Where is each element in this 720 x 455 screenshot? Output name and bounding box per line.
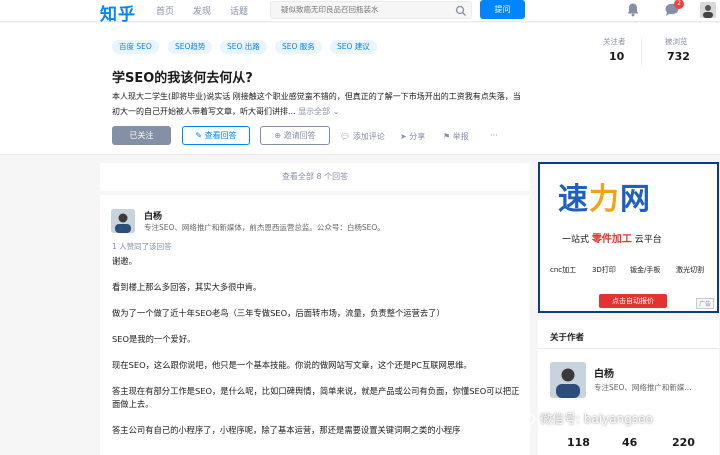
pen-icon: ✎ bbox=[195, 131, 203, 140]
views-label: 被浏览 bbox=[665, 37, 688, 46]
flag-icon: ⚑ bbox=[443, 132, 451, 141]
add-comment-label: 添加评论 bbox=[352, 132, 385, 141]
question-stats: 关注者 10 被浏览 732 bbox=[585, 36, 705, 68]
question-header: 百度 SEO SEO趋势 SEO 出路 SEO 服务 SEO 建议 学SEO的我… bbox=[0, 23, 720, 155]
author-avatar[interactable] bbox=[111, 209, 135, 233]
ad-category: 激光切割 bbox=[676, 266, 704, 274]
nav-item-topics[interactable]: 话题 bbox=[230, 4, 248, 17]
answer-card: 白杨 专注SEO、网络推广和新媒体，前杰恩西运营总监。公众号：白杨SEO。 1 … bbox=[100, 195, 530, 455]
advertisement-banner[interactable]: 速力网 一站式 零件加工 云平台 cnc加工 3D打印 钣金/手板 激光切割 点… bbox=[538, 162, 719, 313]
answer-paragraph: 做为了一个做了近十年SEO老鸟（三年专做SEO，后面转市场，流量，负责整个运营去… bbox=[112, 308, 445, 318]
author-bio: 专注SEO、网络推广和新媒体，前杰恩西运营总监。公众号：白杨SEO。 bbox=[144, 223, 385, 232]
ad-category: 3D打印 bbox=[592, 266, 616, 274]
share-label: 分享 bbox=[409, 132, 426, 141]
answer-paragraph: SEO是我的一个爱好。 bbox=[112, 334, 196, 344]
ad-logo-char: 力 bbox=[589, 182, 620, 217]
ad-logo-char: 速 bbox=[558, 182, 589, 217]
add-comment-button[interactable]: 💬︎ 添加评论 bbox=[340, 131, 385, 142]
question-description: 本人现大二学生(即将毕业)说实话 刚接触这个职业感觉蛮不错的，但真正的了解一下市… bbox=[112, 89, 524, 119]
wechat-icon bbox=[514, 408, 536, 425]
nav-item-discover[interactable]: 发现 bbox=[193, 4, 211, 17]
message-count-badge: 2 bbox=[674, 0, 684, 9]
ad-category: 钣金/手板 bbox=[630, 266, 661, 274]
author-stat-articles[interactable]: 46 bbox=[622, 436, 637, 449]
about-author-name[interactable]: 白杨 bbox=[594, 365, 614, 380]
invite-answer-label: 邀请回答 bbox=[283, 131, 316, 140]
follow-question-button[interactable]: 已关注 bbox=[112, 126, 171, 145]
report-label: 举报 bbox=[452, 132, 469, 141]
answer-paragraph: 看到楼上那么多回答，其实大多很中肯。 bbox=[112, 282, 262, 292]
topic-tag[interactable]: SEO趋势 bbox=[168, 40, 213, 54]
views-count: 732 bbox=[667, 50, 690, 63]
top-navbar: 知乎 首页 发现 话题 提问 2 bbox=[0, 0, 720, 25]
followers-label: 关注者 bbox=[603, 37, 626, 46]
answer-paragraph: 谢邀。 bbox=[112, 256, 137, 266]
view-answer-label: 查看回答 bbox=[204, 131, 237, 140]
topic-tag[interactable]: 百度 SEO bbox=[112, 40, 159, 54]
divider bbox=[538, 348, 719, 349]
comment-icon: 💬︎ bbox=[340, 132, 351, 141]
answer-paragraph: 现在SEO，这么跟你说吧，他只是一个基本技能。你说的做网站写文章，这个还是PC互… bbox=[112, 360, 472, 370]
ad-logo: 速力网 bbox=[558, 174, 651, 218]
topic-tag[interactable]: SEO 出路 bbox=[220, 40, 267, 54]
search-input[interactable] bbox=[281, 5, 451, 14]
ad-category: cnc加工 bbox=[550, 266, 577, 274]
share-button[interactable]: ➤ 分享 bbox=[400, 131, 425, 142]
question-title: 学SEO的我该何去何从? bbox=[112, 71, 253, 86]
about-author-card: 关于作者 白杨 专注SEO、网络推广和新媒... 118 46 220 bbox=[538, 320, 719, 455]
ask-question-button[interactable]: 提问 bbox=[480, 0, 525, 19]
about-author-heading: 关于作者 bbox=[550, 333, 585, 343]
author-stat-answers[interactable]: 118 bbox=[567, 436, 590, 449]
stats-divider bbox=[641, 38, 642, 66]
answer-paragraph: 答主现在有部分工作是SEO，是什么呢，比如口碑舆情，简单来说，就是产品或公司有负… bbox=[112, 386, 520, 409]
zhihu-logo[interactable]: 知乎 bbox=[100, 0, 136, 25]
ad-tagline-prefix: 一站式 bbox=[562, 235, 590, 245]
ad-tagline: 一站式 零件加工 云平台 bbox=[562, 230, 662, 245]
author-avatar[interactable] bbox=[550, 362, 586, 398]
about-author-bio: 专注SEO、网络推广和新媒... bbox=[594, 383, 692, 392]
search-icon[interactable] bbox=[455, 5, 467, 17]
bell-icon[interactable] bbox=[626, 2, 640, 17]
more-button[interactable]: ··· bbox=[490, 131, 498, 140]
topic-tag[interactable]: SEO 建议 bbox=[330, 40, 377, 54]
user-avatar[interactable] bbox=[700, 2, 716, 18]
author-stat-followers[interactable]: 220 bbox=[672, 436, 695, 449]
invite-answer-button[interactable]: ⊕ 邀请回答 bbox=[260, 126, 330, 145]
ad-quote-button[interactable]: 点击自动报价 bbox=[599, 294, 667, 308]
report-button[interactable]: ⚑ 举报 bbox=[443, 131, 469, 142]
ad-tagline-suffix: 云平台 bbox=[634, 235, 662, 245]
view-answer-button[interactable]: ✎ 查看回答 bbox=[182, 126, 250, 145]
nav-item-home[interactable]: 首页 bbox=[156, 4, 174, 17]
show-all-link[interactable]: 显示全部 ⌄ bbox=[298, 107, 339, 116]
add-user-icon: ⊕ bbox=[274, 131, 282, 140]
answer-paragraph: 答主公司有自己的小程序了，小程序呢，除了基本运营，那还是需要设置关键词啊之类的小… bbox=[112, 425, 461, 435]
view-all-answers-link[interactable]: 查看全部 8 个回答 bbox=[100, 163, 530, 191]
ad-tagline-highlight: 零件加工 bbox=[591, 234, 632, 245]
answer-body: 谢邀。 看到楼上那么多回答，其实大多很中肯。 做为了一个做了近十年SEO老鸟（三… bbox=[112, 255, 522, 450]
ad-logo-char: 网 bbox=[620, 182, 651, 217]
share-icon: ➤ bbox=[400, 132, 407, 141]
ad-badge: 广告 bbox=[696, 298, 715, 309]
followers-count: 10 bbox=[609, 50, 625, 63]
topic-tag[interactable]: SEO 服务 bbox=[275, 40, 322, 54]
vote-count: 1 人赞同了该回答 bbox=[112, 242, 172, 251]
search-box bbox=[270, 1, 472, 19]
author-name[interactable]: 白杨 bbox=[144, 209, 162, 222]
wechat-watermark: 微信号: baiyangseo bbox=[540, 412, 653, 426]
